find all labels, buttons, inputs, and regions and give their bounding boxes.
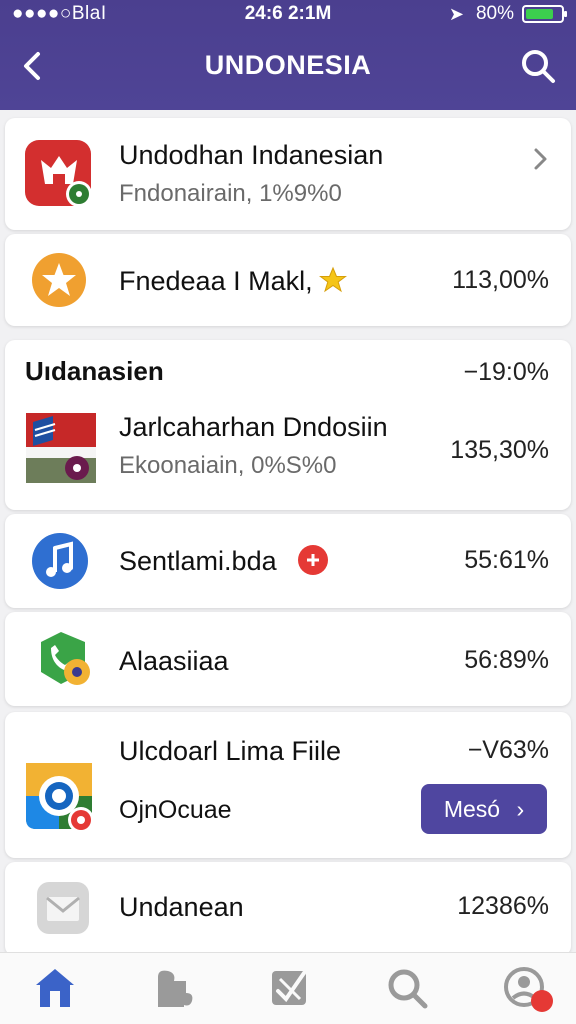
chevron-right-icon: ›: [516, 796, 525, 822]
profile-icon: [504, 967, 553, 1012]
section-title: Uıdanasien: [25, 356, 164, 386]
item-subtitle: Fndonairain, 1%9%0: [119, 180, 342, 207]
search-button[interactable]: [518, 46, 558, 86]
item-value: 135,30%: [450, 436, 549, 464]
star-app-icon: [31, 252, 87, 308]
list-item-featured[interactable]: Fnedeaa I Makl, 113,00%: [5, 234, 571, 326]
list-item-files[interactable]: Ulcdoarl Lima Fiile −V63% OjnOcuae Mesó …: [5, 712, 571, 858]
item-value: 113,00%: [452, 266, 549, 294]
flag-icon: [26, 413, 96, 483]
item-value: 55:61%: [464, 546, 549, 574]
item-title: Undodhan Indanesian: [119, 140, 384, 170]
list-item-mail[interactable]: Undanean 12386%: [5, 862, 571, 956]
item-value: 56:89%: [464, 646, 549, 674]
star-icon: [32, 253, 86, 307]
location-icon: ➤: [448, 4, 464, 24]
battery-level: [526, 9, 553, 19]
item-subtitle: OjnOcuae: [119, 796, 232, 824]
music-note-icon: [32, 533, 88, 589]
battery-icon: [522, 5, 567, 23]
item-title: Ulcdoarl Lima Fiile: [119, 736, 342, 766]
item-title: Sentlami.bda: [119, 546, 277, 576]
section-value: −19:0%: [463, 358, 550, 386]
nav-explore[interactable]: [150, 965, 200, 1015]
section-card: Uıdanasien −19:0% Jarlcaharhan Dndosiin …: [5, 340, 571, 510]
notification-badge: [531, 990, 553, 1012]
target-icon: [26, 763, 94, 833]
status-bar: ●●●●○BlаI 24:6 2:1M ➤ 80%: [0, 0, 576, 28]
battery-percent: 80%: [475, 3, 514, 24]
nav-home[interactable]: [32, 965, 82, 1015]
list-item-music[interactable]: Sentlami.bda 55:61%: [5, 514, 571, 608]
shield-app-icon: [25, 140, 92, 207]
list-item-phone[interactable]: Alaasiiaa 56:89%: [5, 612, 571, 706]
bottom-nav: [0, 952, 576, 1024]
phone-icon: [41, 632, 90, 685]
item-subtitle: Ekoonaiain, 0%S%0: [119, 452, 337, 479]
item-title: Undanean: [119, 892, 244, 922]
page-title: UNDONESIA: [204, 50, 372, 80]
home-icon: [36, 969, 74, 1007]
mail-app-icon: [35, 880, 91, 936]
nav-profile[interactable]: [502, 965, 553, 1015]
app-icon-red: [23, 138, 95, 210]
mail-icon: [37, 882, 89, 934]
item-title: Alaasiiaa: [119, 646, 229, 676]
more-button[interactable]: Mesó ›: [421, 784, 547, 834]
search-icon: [388, 969, 428, 1009]
chevron-right-icon: [534, 148, 547, 170]
music-app-icon: [31, 532, 89, 590]
flag-app-icon: [25, 412, 97, 484]
app-header: ●●●●○BlаI 24:6 2:1M ➤ 80% UNDONESIA: [0, 0, 576, 110]
nav-search[interactable]: [384, 965, 434, 1015]
item-value: −V63%: [467, 736, 549, 764]
item-title: Fnedeaa I Makl,: [119, 266, 313, 296]
list-item-top[interactable]: Undodhan Indanesian Fndonairain, 1%9%0: [5, 118, 571, 230]
add-badge-icon: [298, 545, 328, 575]
checkbox-icon: [272, 971, 306, 1005]
phone-app-icon: [33, 628, 95, 690]
puzzle-icon: [158, 970, 193, 1007]
gold-star-icon: [319, 266, 347, 293]
files-app-icon: [25, 762, 97, 834]
more-button-label: Mesó: [443, 796, 501, 822]
search-icon: [522, 50, 555, 83]
nav-tasks[interactable]: [266, 965, 316, 1015]
item-title: Jarlcaharhan Dndosiin: [119, 412, 388, 442]
item-value: 12386%: [457, 892, 549, 920]
